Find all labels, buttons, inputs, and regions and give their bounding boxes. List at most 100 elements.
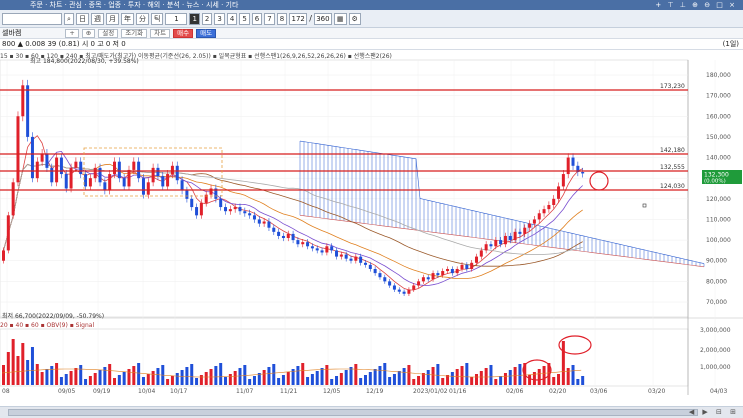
volume-bar xyxy=(542,366,546,385)
scrollbar-thumb[interactable] xyxy=(8,409,698,416)
candle-down xyxy=(320,250,324,253)
volume-bar xyxy=(59,377,63,385)
candle-down xyxy=(571,157,575,166)
candle-down xyxy=(402,291,406,294)
price-chart[interactable]: 173,230 142,180 132,555 124,030 180,000 170,… xyxy=(0,0,743,418)
volume-bar xyxy=(470,377,474,385)
candle-down xyxy=(349,258,353,261)
volume-bar xyxy=(339,373,343,385)
candle-up xyxy=(460,264,464,269)
candle-down xyxy=(310,246,314,249)
candle-up xyxy=(166,174,170,187)
candle-down xyxy=(45,153,49,168)
volume-bar xyxy=(248,379,252,385)
date-tick-label: 11/21 xyxy=(280,388,297,395)
candle-up xyxy=(228,209,232,212)
candle-down xyxy=(489,244,493,247)
candle-up xyxy=(470,262,474,269)
date-tick-label: 01/16 xyxy=(449,388,466,395)
candle-down xyxy=(180,180,184,191)
candle-up xyxy=(35,161,39,179)
volume-bar xyxy=(122,372,126,385)
annotation-circle-price xyxy=(589,171,609,191)
cursor-marker xyxy=(642,203,647,208)
candle-up xyxy=(523,227,527,234)
candle-down xyxy=(84,174,88,187)
candle-up xyxy=(6,215,10,251)
price-tick-label: 140,000 xyxy=(706,155,731,162)
candle-down xyxy=(315,248,319,251)
volume-bar xyxy=(566,368,570,385)
candle-down xyxy=(392,285,396,290)
volume-bar xyxy=(392,374,396,385)
volume-bar xyxy=(436,364,440,385)
candle-up xyxy=(16,116,20,183)
volume-bar xyxy=(170,376,174,385)
volume-bar xyxy=(257,373,261,385)
candle-down xyxy=(272,227,276,232)
price-tick-label: 170,000 xyxy=(706,93,731,100)
volume-bar xyxy=(35,364,39,385)
candle-down xyxy=(161,176,165,187)
volume-bar xyxy=(30,347,34,385)
volume-bar xyxy=(243,365,247,385)
chart-scrollbar[interactable]: ◀ ▶ ⊟ ⊞ xyxy=(0,406,743,418)
volume-bar xyxy=(368,372,372,385)
scroll-controls[interactable]: ◀ ▶ ⊟ ⊞ xyxy=(689,408,739,416)
volume-bar xyxy=(320,368,324,385)
volume-tick-label: 3,000,000 xyxy=(700,327,731,334)
volume-bar xyxy=(6,352,10,385)
volume-bar xyxy=(195,378,199,385)
candle-up xyxy=(93,167,97,179)
candle-up xyxy=(407,289,411,294)
level-label: 142,180 xyxy=(660,147,685,154)
date-tick-label: 12/05 xyxy=(323,388,340,395)
candle-up xyxy=(561,174,565,187)
candle-up xyxy=(441,271,445,276)
current-price-value: 132,300 xyxy=(704,172,729,179)
volume-bar xyxy=(325,365,329,385)
candle-down xyxy=(26,85,30,137)
date-tick-label: 09/05 xyxy=(58,388,75,395)
volume-bar xyxy=(156,368,160,385)
candle-down xyxy=(368,264,372,269)
volume-bar xyxy=(175,373,179,385)
candle-up xyxy=(479,250,483,257)
volume-bar xyxy=(446,375,450,385)
date-tick-label: 08 xyxy=(2,388,10,395)
candle-down xyxy=(50,167,54,183)
candle-up xyxy=(552,198,556,206)
price-tick-label: 160,000 xyxy=(706,113,731,120)
date-tick-label: 10/17 xyxy=(170,388,187,395)
volume-bar xyxy=(88,376,92,385)
candle-down xyxy=(267,221,271,228)
volume-bar xyxy=(484,368,488,385)
volume-bar xyxy=(11,339,15,385)
volume-bar xyxy=(301,363,305,385)
volume-bar xyxy=(460,366,464,385)
candle-down xyxy=(465,264,469,269)
volume-bar xyxy=(528,375,532,385)
volume-bar xyxy=(494,379,498,385)
candle-up xyxy=(503,235,507,245)
volume-bar xyxy=(388,377,392,385)
candle-down xyxy=(296,240,300,245)
candle-up xyxy=(325,246,329,253)
volume-bar xyxy=(151,371,155,385)
candle-down xyxy=(373,268,377,274)
volume-bar xyxy=(407,365,411,385)
volume-legend-text: 20 ▪ 40 ▪ 60 ▪ OBV(9) ▪ Signal xyxy=(0,322,95,329)
volume-bar xyxy=(508,370,512,385)
candle-down xyxy=(436,273,440,276)
volume-bar xyxy=(84,379,88,385)
volume-bar xyxy=(141,377,145,385)
volume-bar xyxy=(441,378,445,385)
candle-up xyxy=(412,285,416,290)
volume-bar xyxy=(55,363,59,385)
volume-bar xyxy=(537,369,541,385)
volume-bar xyxy=(219,363,223,385)
candle-up xyxy=(286,233,290,239)
candle-down xyxy=(98,167,102,183)
candle-down xyxy=(508,235,512,241)
candle-up xyxy=(547,205,551,210)
